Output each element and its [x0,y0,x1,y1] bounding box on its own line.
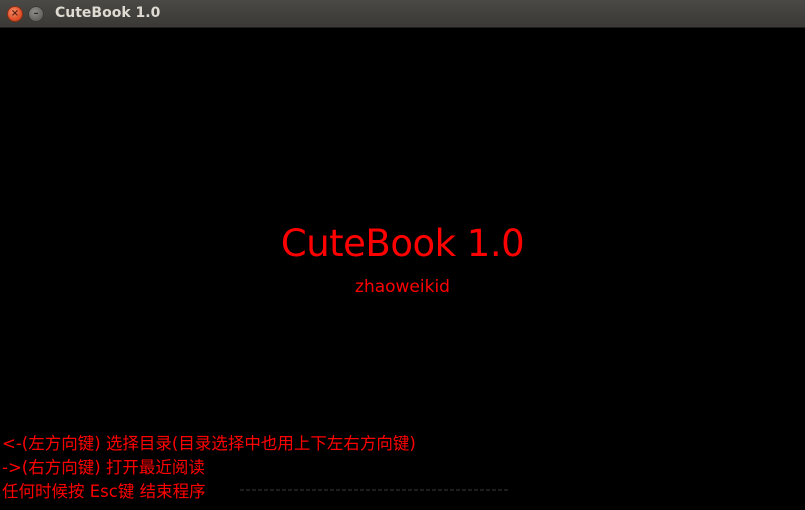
app-window: × – CuteBook 1.0 CuteBook 1.0 zhaoweikid… [0,0,805,510]
faint-text-artifact [240,489,510,491]
splash-title: CuteBook 1.0 [280,222,525,265]
minimize-icon[interactable]: – [28,6,44,22]
help-line-exit: 任何时候按 Esc键 结束程序 [2,482,206,501]
window-title: CuteBook 1.0 [55,5,161,21]
splash-author: zhaoweikid [355,277,450,297]
close-icon[interactable]: × [7,6,23,22]
help-line-select-dir: <-(左方向键) 选择目录(目录选择中也用上下左右方向键) [2,434,416,453]
help-line-open-recent: ->(右方向键) 打开最近阅读 [2,458,205,477]
title-bar[interactable]: × – CuteBook 1.0 [0,0,805,28]
app-canvas[interactable]: CuteBook 1.0 zhaoweikid <-(左方向键) 选择目录(目录… [0,28,805,510]
